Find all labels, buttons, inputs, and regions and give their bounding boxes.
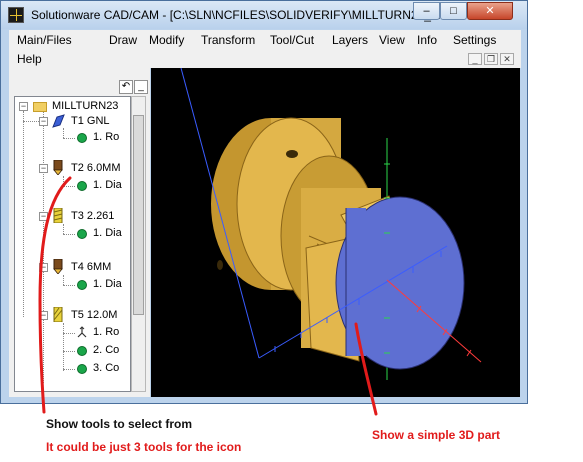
annotation-text-icon: It could be just 3 tools for the icon bbox=[46, 440, 242, 454]
annotation-overlay bbox=[38, 176, 378, 416]
annotation-text-part: Show a simple 3D part bbox=[372, 428, 501, 442]
annotation-text-tools: Show tools to select from bbox=[46, 417, 193, 431]
annotation-arrow-left bbox=[38, 176, 72, 414]
annotation-arrow-right bbox=[354, 322, 378, 416]
